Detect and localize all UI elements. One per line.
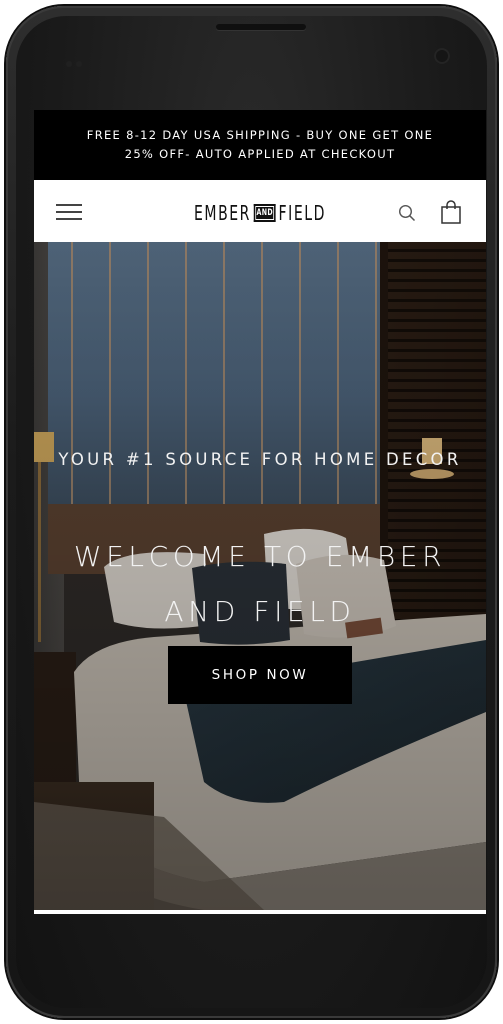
phone-screen: FREE 8-12 DAY USA SHIPPING - BUY ONE GET… [34,110,486,914]
shopping-bag-icon[interactable] [440,200,462,224]
search-icon[interactable] [398,204,416,222]
site-logo[interactable]: EMBER AND FIELD [190,198,330,228]
hero-banner: YOUR #1 SOURCE FOR HOME DECOR WELCOME TO… [34,242,486,910]
logo-text-and: AND [254,204,276,222]
phone-sensors [66,52,92,67]
hero-tagline: YOUR #1 SOURCE FOR HOME DECOR [58,450,462,469]
logo-text-right: FIELD [278,201,327,225]
announcement-line-2: 25% OFF- AUTO APPLIED AT CHECKOUT [124,147,396,161]
shop-now-button[interactable]: SHOP NOW [168,646,352,704]
site-header: EMBER AND FIELD [34,180,486,242]
phone-camera [434,48,450,64]
hero-bottom-divider [34,910,486,914]
menu-icon[interactable] [56,204,82,220]
announcement-line-1: FREE 8-12 DAY USA SHIPPING - BUY ONE GET… [86,128,434,142]
logo-text-left: EMBER [193,201,251,225]
phone-speaker [216,24,306,30]
hero-headline: WELCOME TO EMBER AND FIELD [73,540,447,628]
announcement-bar: FREE 8-12 DAY USA SHIPPING - BUY ONE GET… [34,110,486,180]
